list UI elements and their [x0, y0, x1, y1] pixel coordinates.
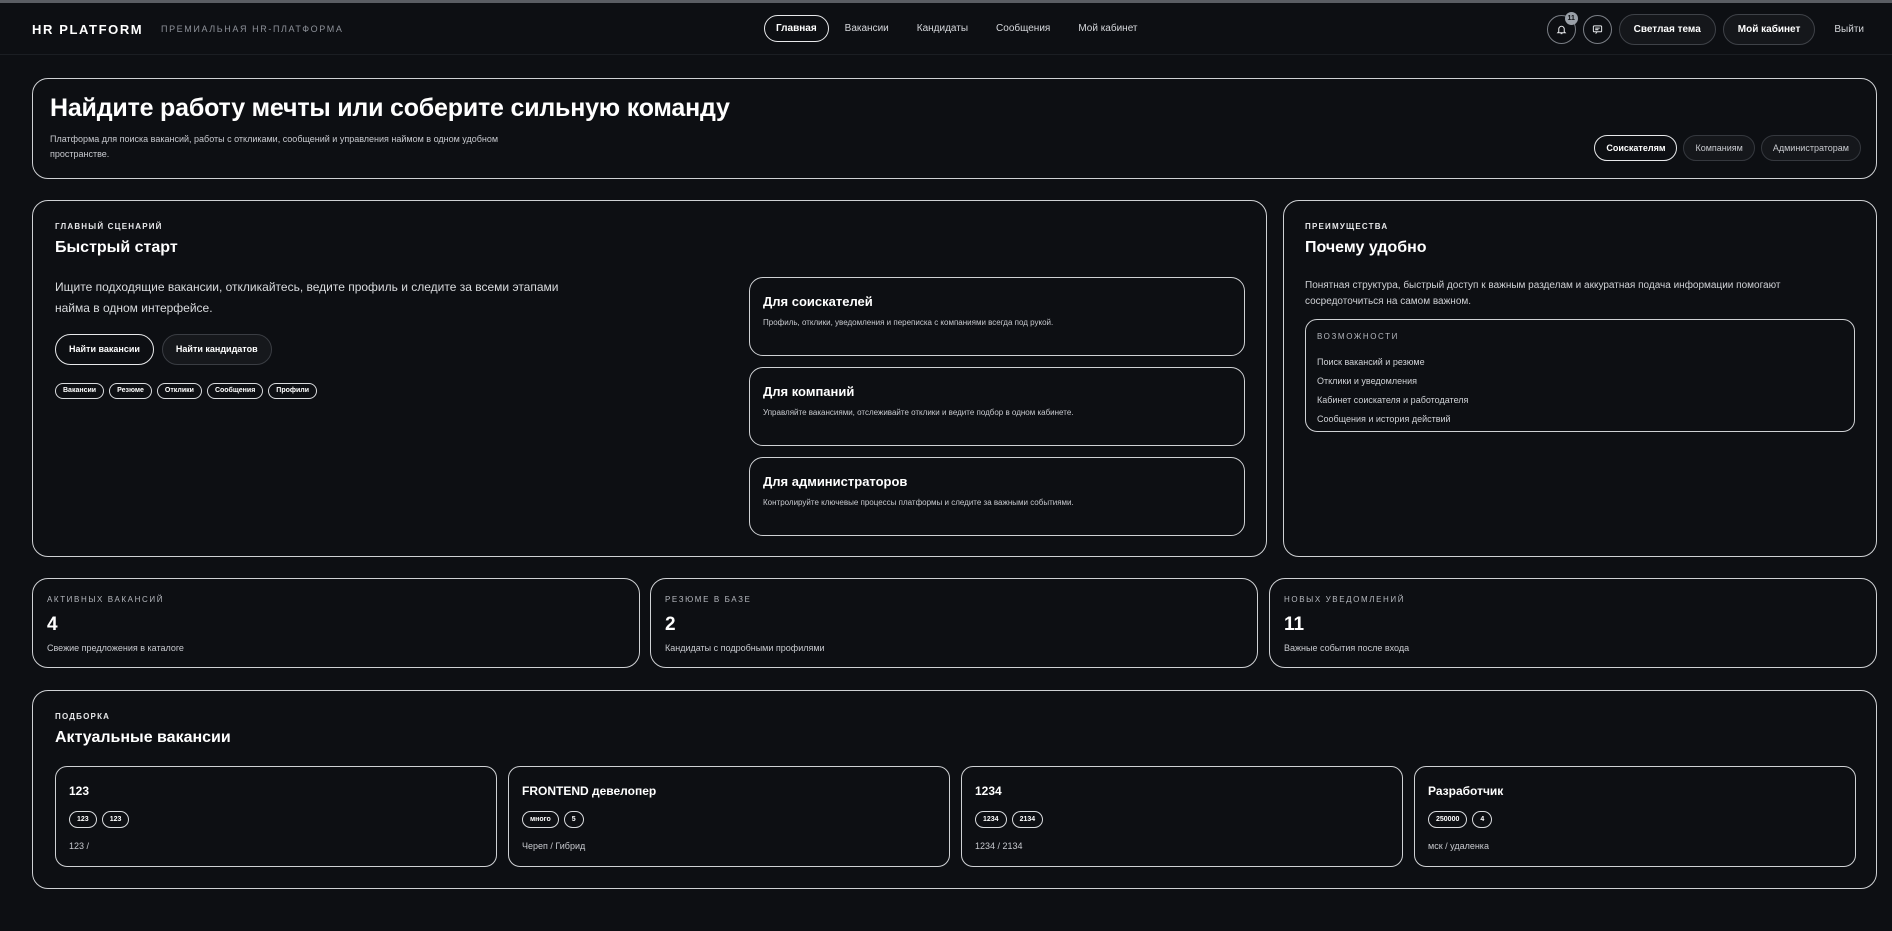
vacancy-title: 123	[69, 784, 90, 798]
quick-links: Вакансии Резюме Отклики Сообщения Профил…	[55, 383, 318, 399]
stat-value: 11	[1284, 614, 1305, 635]
vacancy-tag: 4	[1472, 811, 1493, 828]
nav-item-vacancies[interactable]: Вакансии	[831, 15, 903, 42]
features-title: ВОЗМОЖНОСТИ	[1317, 332, 1399, 341]
nav-item-messages[interactable]: Сообщения	[982, 15, 1064, 42]
my-cabinet-button[interactable]: Мой кабинет	[1722, 14, 1816, 45]
role-card-description: Управляйте вакансиями, отслеживайте откл…	[763, 408, 1074, 417]
bell-icon	[1556, 25, 1567, 35]
stat-card-notifications: НОВЫХ УВЕДОМЛЕНИЙ 11 Важные события посл…	[1269, 578, 1877, 668]
messages-button[interactable]	[1582, 15, 1612, 44]
advantages-description: Понятная структура, быстрый доступ к важ…	[1305, 280, 1781, 307]
feature-item: Отклики и уведомления	[1317, 376, 1417, 386]
feature-item: Кабинет соискателя и работодателя	[1317, 395, 1469, 405]
notifications-badge: 11	[1564, 12, 1578, 25]
chip-vacancies[interactable]: Вакансии	[55, 383, 105, 399]
vacancy-card[interactable]: 1234 1234 2134 1234 / 2134	[961, 766, 1403, 867]
vacancy-tag: 1234	[975, 811, 1007, 828]
vacancy-title: Разработчик	[1428, 784, 1504, 798]
audience-segment-control: Соискателям Компаниям Администраторам	[1594, 135, 1861, 161]
vacancy-meta: 1234 / 2134	[975, 841, 1023, 851]
quick-start-description: Ищите подходящие вакансии, откликайтесь,…	[55, 280, 559, 315]
section-title: Быстрый старт	[55, 239, 178, 256]
feature-item: Поиск вакансий и резюме	[1317, 357, 1425, 367]
find-vacancies-button[interactable]: Найти вакансии	[55, 334, 154, 365]
role-card-admins[interactable]: Для администраторов Контролируйте ключев…	[749, 457, 1245, 536]
vacancy-tags: 1234 2134	[975, 811, 1044, 828]
role-card-description: Профиль, отклики, уведомления и переписк…	[763, 318, 1054, 327]
vacancy-meta: 123 /	[69, 841, 90, 851]
vacancy-tag: много	[522, 811, 559, 828]
cta-row: Найти вакансии Найти кандидатов	[55, 334, 272, 365]
vacancy-tags: 123 123	[69, 811, 130, 828]
role-card-title: Для администраторов	[763, 474, 908, 489]
role-card-title: Для компаний	[763, 384, 855, 399]
role-card-companies[interactable]: Для компаний Управляйте вакансиями, отсл…	[749, 367, 1245, 446]
stat-label: РЕЗЮМЕ В БАЗЕ	[665, 595, 752, 604]
segment-companies[interactable]: Компаниям	[1683, 135, 1755, 161]
nav-item-cabinet[interactable]: Мой кабинет	[1064, 15, 1151, 42]
stat-value: 2	[665, 614, 676, 635]
features-box: ВОЗМОЖНОСТИ Поиск вакансий и резюме Откл…	[1305, 319, 1855, 432]
vacancy-card[interactable]: 123 123 123 123 /	[55, 766, 497, 867]
vacancy-title: FRONTEND девелопер	[522, 784, 657, 798]
stat-description: Кандидаты с подробными профилями	[665, 643, 825, 653]
chip-profiles[interactable]: Профили	[268, 383, 318, 399]
vacancies-card: ПОДБОРКА Актуальные вакансии 123 123 123…	[32, 690, 1877, 889]
brand-logo[interactable]: HR PLATFORM	[32, 22, 143, 37]
nav-item-home[interactable]: Главная	[764, 15, 829, 42]
stat-label: АКТИВНЫХ ВАКАНСИЙ	[47, 595, 165, 604]
chat-icon	[1592, 25, 1602, 34]
stat-card-resumes: РЕЗЮМЕ В БАЗЕ 2 Кандидаты с подробными п…	[650, 578, 1258, 668]
logout-link[interactable]: Выйти	[1834, 24, 1864, 35]
header-actions: 11 Светлая тема Мой кабинет Выйти	[1546, 12, 1864, 45]
section-kicker: ПРЕИМУЩЕСТВА	[1305, 222, 1389, 231]
advantages-card: ПРЕИМУЩЕСТВА Почему удобно Понятная стру…	[1283, 200, 1877, 557]
chip-responses[interactable]: Отклики	[156, 383, 202, 399]
stat-card-active-vacancies: АКТИВНЫХ ВАКАНСИЙ 4 Свежие предложения в…	[32, 578, 640, 668]
vacancy-tags: 250000 4	[1428, 811, 1493, 828]
quick-start-card: ГЛАВНЫЙ СЦЕНАРИЙ Быстрый старт Ищите под…	[32, 200, 1267, 557]
chip-resumes[interactable]: Резюме	[109, 383, 152, 399]
section-kicker: ПОДБОРКА	[55, 712, 111, 721]
vacancy-meta: мск / удаленка	[1428, 841, 1489, 851]
vacancy-title: 1234	[975, 784, 1002, 798]
feature-item: Сообщения и история действий	[1317, 414, 1451, 424]
vacancy-tag: 5	[563, 811, 584, 828]
stat-value: 4	[47, 614, 58, 635]
segment-admins[interactable]: Администраторам	[1760, 135, 1861, 161]
vacancy-card[interactable]: Разработчик 250000 4 мск / удаленка	[1414, 766, 1856, 867]
main-nav: Главная Вакансии Кандидаты Сообщения Мой…	[764, 15, 1152, 42]
nav-item-candidates[interactable]: Кандидаты	[903, 15, 982, 42]
find-candidates-button[interactable]: Найти кандидатов	[161, 334, 272, 365]
brand-subtitle: ПРЕМИАЛЬНАЯ HR-ПЛАТФОРМА	[161, 24, 344, 34]
notifications-button[interactable]: 11	[1546, 12, 1578, 44]
section-kicker: ГЛАВНЫЙ СЦЕНАРИЙ	[55, 222, 163, 231]
stat-description: Свежие предложения в каталоге	[47, 643, 184, 653]
stat-description: Важные события после входа	[1284, 643, 1410, 653]
chip-messages[interactable]: Сообщения	[206, 383, 264, 399]
hero-card: Найдите работу мечты или соберите сильну…	[32, 78, 1877, 179]
role-card-job-seekers[interactable]: Для соискателей Профиль, отклики, уведом…	[749, 277, 1245, 356]
hero-title: Найдите работу мечты или соберите сильну…	[50, 94, 730, 122]
vacancy-tag: 250000	[1428, 811, 1468, 828]
vacancy-card[interactable]: FRONTEND девелопер много 5 Череп / Гибри…	[508, 766, 950, 867]
section-title: Почему удобно	[1305, 239, 1427, 256]
role-card-title: Для соискателей	[763, 294, 873, 309]
top-header: HR PLATFORM ПРЕМИАЛЬНАЯ HR-ПЛАТФОРМА Гла…	[0, 3, 1892, 55]
theme-toggle-button[interactable]: Светлая тема	[1618, 14, 1716, 45]
features-list: Поиск вакансий и резюме Отклики и уведом…	[1317, 353, 1468, 429]
vacancy-tag: 123	[101, 811, 130, 828]
stat-label: НОВЫХ УВЕДОМЛЕНИЙ	[1284, 595, 1406, 604]
vacancy-tag: 2134	[1011, 811, 1044, 828]
section-title: Актуальные вакансии	[55, 729, 231, 746]
role-card-description: Контролируйте ключевые процессы платформ…	[763, 498, 1074, 507]
vacancy-tags: много 5	[522, 811, 584, 828]
vacancy-tag: 123	[69, 811, 97, 828]
segment-job-seekers[interactable]: Соискателям	[1594, 135, 1678, 161]
vacancy-meta: Череп / Гибрид	[522, 841, 586, 851]
hero-description: Платформа для поиска вакансий, работы с …	[50, 134, 499, 159]
